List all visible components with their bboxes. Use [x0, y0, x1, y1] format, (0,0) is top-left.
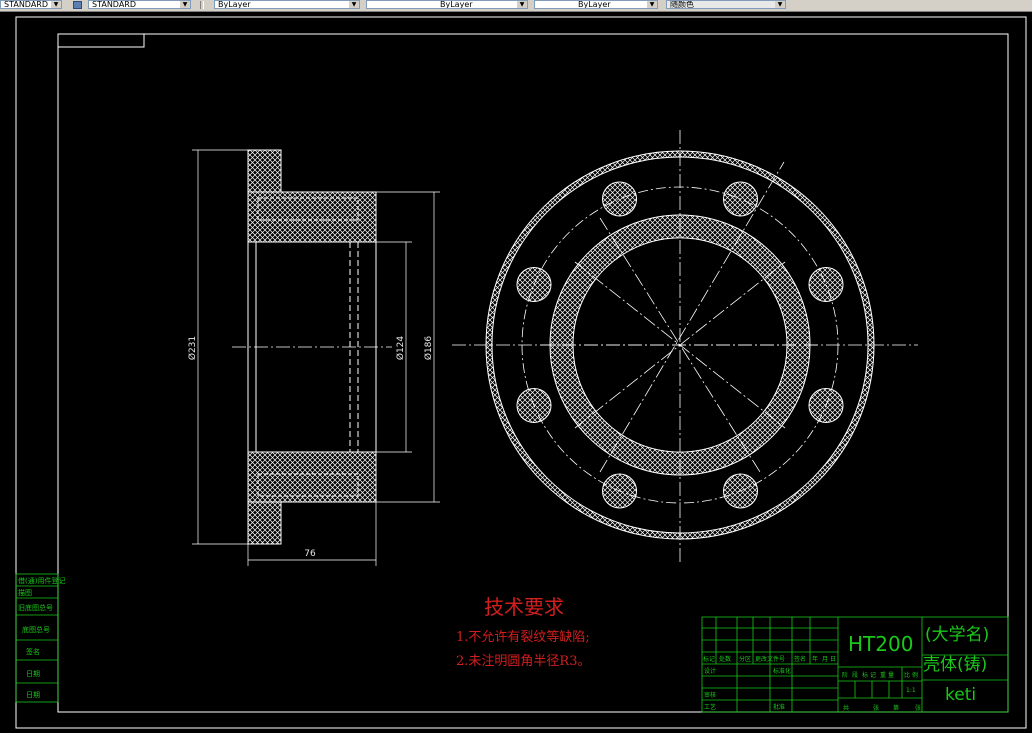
label-year: 年	[812, 655, 818, 663]
label-review: 审核	[704, 691, 716, 699]
color-combo[interactable]: ByLayer ▼	[214, 0, 360, 9]
linetype-combo[interactable]: ByLayer ▼	[366, 0, 528, 9]
bolt-hole	[723, 181, 758, 217]
chevron-down-icon[interactable]: ▼	[517, 1, 527, 8]
label-ratio-2: 例	[912, 671, 918, 679]
label-weight-1: 重	[880, 671, 886, 679]
label-weight-2: 量	[888, 672, 894, 679]
label-sheets-1: 张	[873, 704, 879, 712]
bolt-hole	[516, 267, 552, 302]
side-label-base-number: 底图总号	[22, 625, 50, 634]
tech-req-item-2: 2.未注明圆角半径R3。	[456, 654, 590, 669]
bolt-hole	[602, 473, 637, 509]
label-zone: 分区	[739, 655, 751, 663]
side-label-borrow: 借(通)用件登记	[18, 576, 65, 585]
sheet-border	[15, 16, 1027, 729]
title-block-main-labels: HT200 (大学名) 壳体(铸) keti	[848, 625, 989, 705]
side-label-sign: 签名	[26, 647, 40, 656]
plotstyle-value: 随颜色	[670, 0, 694, 9]
label-sheet-no: 第	[893, 704, 899, 712]
technical-requirements: 技术要求 1.不允许有裂纹等缺陷; 2.未注明圆角半径R3。	[456, 595, 590, 669]
section-hatch-hub-top	[247, 191, 377, 243]
scale-value: 1:1	[906, 687, 916, 694]
section-hatch-hub-bottom	[247, 451, 377, 503]
linetype-value: ByLayer	[440, 0, 473, 9]
title-block-small-labels: 标记 处数 分区 更改文件号 签名 年 月 日 设计 标准化 审核 工艺 批准 …	[703, 655, 921, 712]
plotstyle-combo[interactable]: 随颜色 ▼	[666, 0, 786, 9]
section-hatch-flange-bottom	[247, 501, 282, 545]
label-sheets-2: 张	[915, 704, 921, 712]
tech-req-item-1: 1.不允许有裂纹等缺陷;	[456, 629, 590, 645]
layer-value: STANDARD	[92, 0, 137, 9]
bolt-hole	[516, 388, 552, 423]
chevron-down-icon[interactable]: ▼	[349, 1, 359, 8]
section-hatch-flange-top	[247, 149, 282, 193]
lineweight-value: ByLayer	[578, 0, 611, 9]
label-count: 处数	[719, 655, 731, 663]
bolt-hole	[808, 388, 844, 423]
front-view	[452, 130, 918, 562]
dim-outer-diameter: Ø231	[187, 336, 198, 360]
label-day: 日	[830, 656, 836, 663]
chevron-down-icon[interactable]: ▼	[647, 1, 657, 8]
bolt-hole	[602, 181, 637, 217]
section-view: Ø231 Ø124 Ø186 76	[187, 149, 440, 566]
bolt-hole	[723, 473, 758, 509]
school-label: (大学名)	[925, 625, 989, 645]
layer-icon[interactable]	[73, 1, 82, 9]
tech-req-title: 技术要求	[484, 595, 564, 619]
label-total: 共	[843, 704, 849, 712]
label-approve: 批准	[773, 703, 785, 711]
label-process: 工艺	[704, 703, 716, 711]
material-label: HT200	[848, 632, 913, 656]
chevron-down-icon[interactable]: ▼	[51, 1, 61, 8]
layer-combo[interactable]: STANDARD ▼	[88, 0, 191, 9]
label-mark: 标记	[703, 655, 715, 663]
side-label-date-2: 日期	[26, 691, 40, 699]
bolt-hole	[808, 267, 844, 302]
label-design: 设计	[704, 667, 716, 675]
text-style-value: STANDARD	[4, 0, 49, 9]
dim-bore-diameter: Ø124	[395, 336, 406, 361]
chevron-down-icon[interactable]: ▼	[180, 1, 190, 8]
text-style-combo[interactable]: STANDARD ▼	[0, 0, 62, 9]
label-change-doc: 更改文件号	[755, 655, 785, 663]
part-name-label: 壳体(铸)	[923, 655, 987, 675]
dim-length: 76	[304, 549, 316, 559]
label-stage-3: 标	[862, 671, 868, 679]
label-standardize: 标准化	[773, 667, 791, 675]
label-stage-2: 段	[852, 671, 858, 679]
dim-hub-diameter: Ø186	[423, 336, 434, 361]
label-signature: 签名	[794, 655, 806, 663]
label-ratio-1: 比	[904, 671, 910, 679]
side-label-trace: 描图	[18, 588, 32, 597]
toolbar-separator	[200, 1, 204, 9]
drawing-canvas[interactable]: 借(通)用件登记 描图 旧底图总号 底图总号 签名 日期 日期 Ø231 Ø12…	[0, 11, 1032, 733]
drawing-number-label: keti	[945, 685, 976, 705]
label-month: 月	[822, 656, 828, 663]
side-label-old-number: 旧底图总号	[18, 603, 53, 612]
lineweight-combo[interactable]: ByLayer ▼	[534, 0, 658, 9]
label-stage-1: 阶	[842, 671, 848, 679]
label-stage-4: 记	[870, 672, 876, 679]
chevron-down-icon[interactable]: ▼	[775, 1, 785, 8]
color-value: ByLayer	[218, 0, 251, 9]
side-label-date-1: 日期	[26, 670, 40, 678]
